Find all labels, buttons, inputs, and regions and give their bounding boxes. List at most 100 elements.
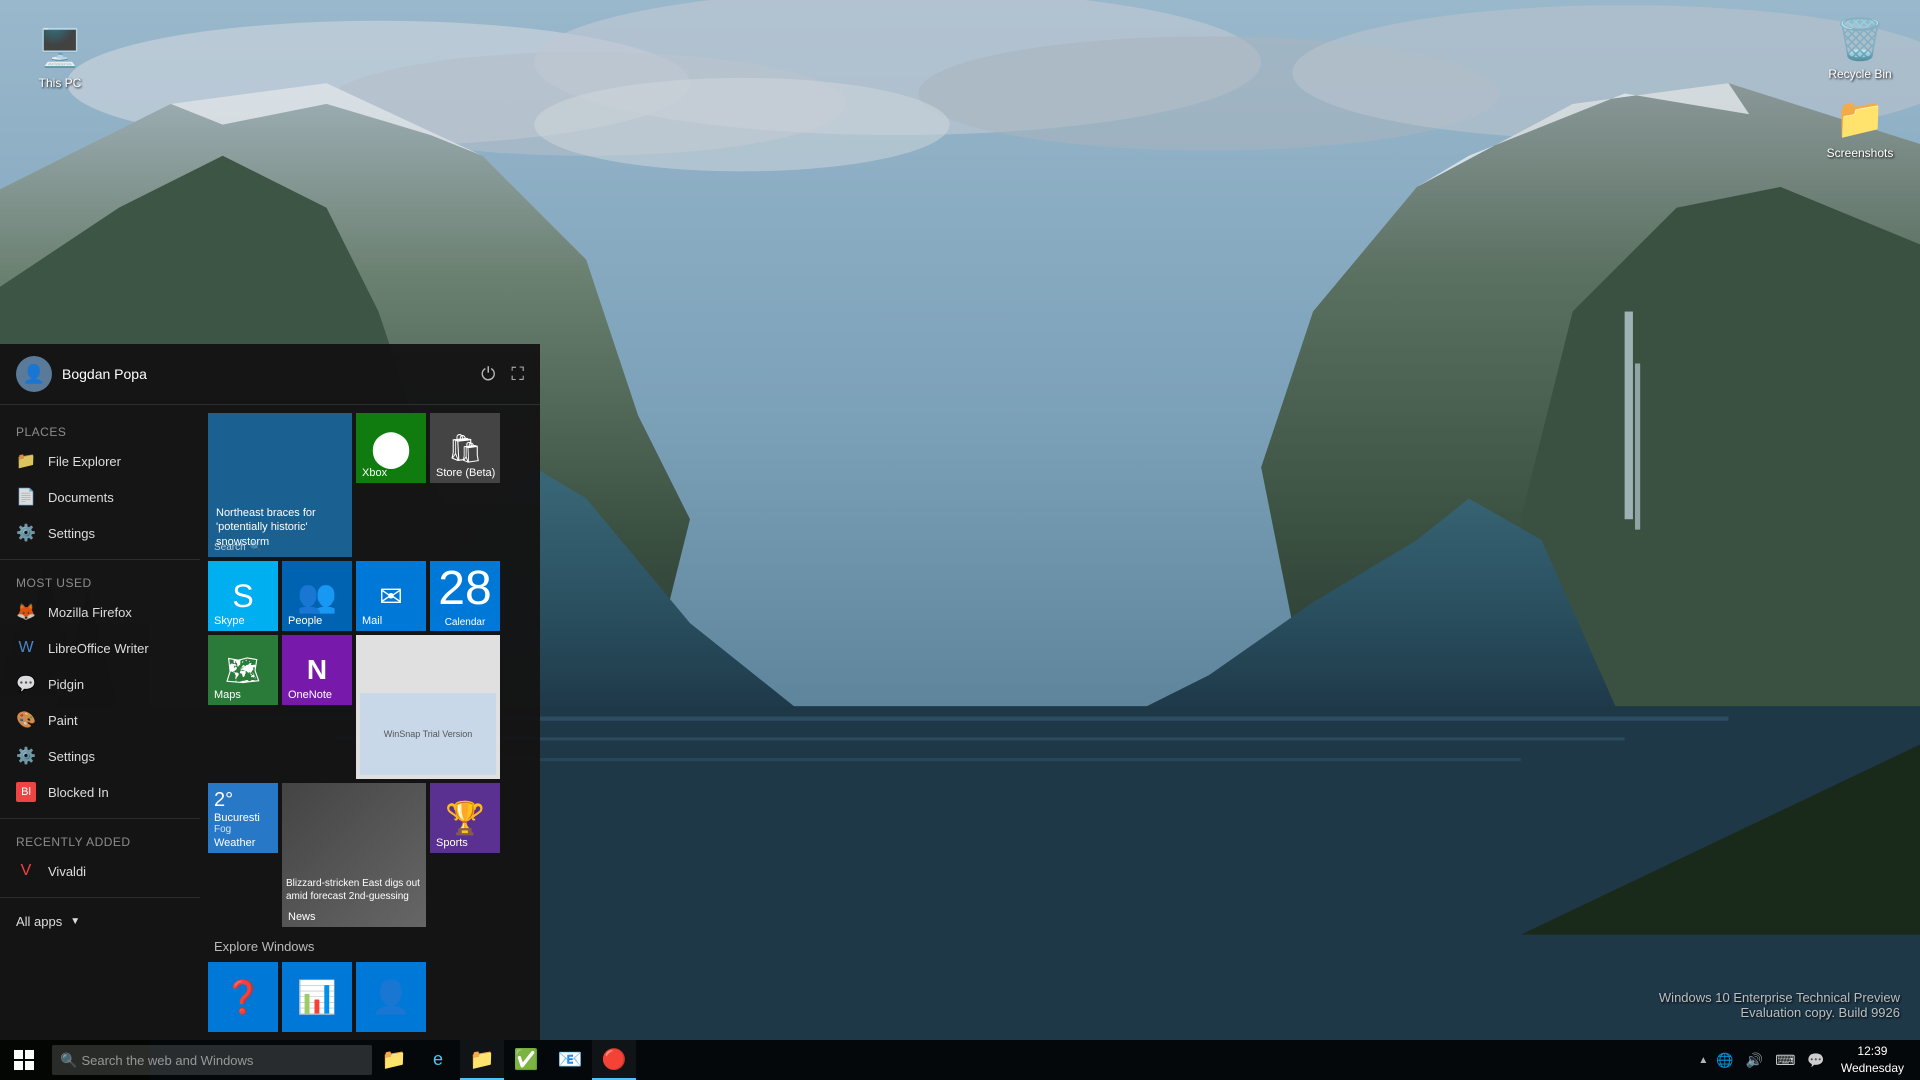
libreoffice-icon: W (16, 638, 36, 658)
tile-explore-1[interactable]: ❓ (208, 962, 278, 1032)
menu-item-blockedin[interactable]: Bl Blocked In (0, 774, 200, 810)
menu-item-vivaldi[interactable]: V Vivaldi (0, 853, 200, 889)
weather-temp: 2° (214, 789, 272, 812)
menu-item-paint[interactable]: 🎨 Paint (0, 702, 200, 738)
tiles-row-1: Northeast braces for 'potentially histor… (208, 413, 532, 557)
tile-weather[interactable]: 2° Bucuresti Fog Weather (208, 783, 278, 853)
search-bar[interactable]: 🔍 (52, 1045, 372, 1075)
all-apps-label: All apps (16, 914, 62, 929)
tile-people[interactable]: 👥 People (282, 561, 352, 631)
calendar-label: Calendar (445, 617, 486, 628)
desktop-icon-this-pc[interactable]: 🖥️ This PC (20, 20, 100, 94)
header-actions: ⏻ ⛶ (481, 364, 524, 385)
xbox-label: Xbox (362, 467, 387, 479)
tile-maps[interactable]: 🗺 Maps (208, 635, 278, 705)
pidgin-icon: 💬 (16, 674, 36, 694)
tray-volume-icon[interactable]: 🔊 (1742, 1050, 1767, 1071)
menu-item-documents[interactable]: 📄 Documents (0, 479, 200, 515)
start-menu-header: 👤 Bogdan Popa ⏻ ⛶ (0, 344, 540, 405)
watermark-line1: Windows 10 Enterprise Technical Preview (1659, 990, 1900, 1005)
clock-day: Wednesday (1841, 1060, 1904, 1077)
watermark-line2: Evaluation copy. Build 9926 (1659, 1005, 1900, 1020)
onenote-label: OneNote (288, 689, 332, 701)
menu-item-settings2[interactable]: ⚙️ Settings (0, 738, 200, 774)
menu-item-firefox[interactable]: 🦊 Mozilla Firefox (0, 594, 200, 630)
desktop-icon-recycle-bin[interactable]: 🗑️ Recycle Bin (1820, 11, 1900, 85)
all-apps-chevron: ▼ (70, 916, 80, 927)
weather-desc: Fog (214, 824, 272, 835)
menu-item-settings[interactable]: ⚙️ Settings (0, 515, 200, 551)
settings2-label: Settings (48, 749, 95, 764)
tile-sports[interactable]: 🏆 Sports (430, 783, 500, 853)
winsnap-label: WinSnap Trial Version (384, 729, 473, 739)
documents-icon: 📄 (16, 487, 36, 507)
recycle-bin-icon: 🗑️ (1836, 15, 1884, 63)
fullscreen-button[interactable]: ⛶ (511, 364, 524, 385)
start-button[interactable] (0, 1040, 48, 1080)
this-pc-label: This PC (39, 76, 82, 90)
tray-keyboard-icon[interactable]: ⌨ (1771, 1050, 1799, 1071)
clock[interactable]: 12:39 Wednesday (1833, 1043, 1912, 1077)
news2-label: News (288, 911, 316, 923)
maps-label: Maps (214, 689, 241, 701)
tile-winsnap[interactable]: WinSnap Trial Version (356, 635, 500, 779)
search-icon: 🔍 (60, 1052, 77, 1069)
weather-label: Weather (214, 837, 255, 849)
menu-item-file-explorer[interactable]: 📁 File Explorer (0, 443, 200, 479)
recycle-bin-label: Recycle Bin (1828, 67, 1891, 81)
vivaldi-icon: V (16, 861, 36, 881)
libreoffice-label: LibreOffice Writer (48, 641, 149, 656)
start-menu: 👤 Bogdan Popa ⏻ ⛶ Places 📁 File Explorer… (0, 344, 540, 1040)
menu-divider-1 (0, 559, 200, 560)
screenshots-label: Screenshots (1827, 146, 1894, 160)
tile-explore-2[interactable]: 📊 (282, 962, 352, 1032)
win10-watermark: Windows 10 Enterprise Technical Preview … (1659, 990, 1900, 1020)
weather-city: Bucuresti (214, 812, 272, 824)
tray-chevron[interactable]: ▲ (1698, 1055, 1708, 1066)
tile-xbox[interactable]: ⬤ Xbox (356, 413, 426, 483)
desktop-icon-screenshots[interactable]: 📁 Screenshots (1820, 90, 1900, 164)
tray-network-icon[interactable]: 🌐 (1712, 1050, 1737, 1071)
taskbar-app-edge[interactable]: e (416, 1040, 460, 1080)
search-input[interactable] (81, 1053, 364, 1068)
blockedin-icon: Bl (16, 782, 36, 802)
firefox-icon: 🦊 (16, 602, 36, 622)
explore-3-icon: 👤 (362, 968, 420, 1026)
tile-store[interactable]: 🛍 Store (Beta) (430, 413, 500, 483)
tile-skype[interactable]: S Skype (208, 561, 278, 631)
menu-item-libreoffice[interactable]: W LibreOffice Writer (0, 630, 200, 666)
news-search-icon: 🔍 (250, 542, 262, 553)
taskbar-app-mail[interactable]: 📧 (548, 1040, 592, 1080)
mail-label: Mail (362, 615, 382, 627)
explore-tiles: ❓ 📊 👤 (208, 962, 532, 1032)
blockedin-label: Blocked In (48, 785, 109, 800)
windows-logo-pane-1 (14, 1050, 23, 1059)
all-apps-link[interactable]: All apps ▼ (0, 906, 200, 937)
user-avatar: 👤 (16, 356, 52, 392)
tile-mail[interactable]: ✉ Mail (356, 561, 426, 631)
user-info: 👤 Bogdan Popa (16, 356, 147, 392)
power-button[interactable]: ⏻ (481, 364, 495, 385)
tile-news2[interactable]: Blizzard-stricken East digs out amid for… (282, 783, 426, 927)
taskbar-app-store[interactable]: 📁 (460, 1040, 504, 1080)
windows-logo-pane-3 (14, 1061, 23, 1070)
menu-item-pidgin[interactable]: 💬 Pidgin (0, 666, 200, 702)
sports-label: Sports (436, 837, 468, 849)
pidgin-label: Pidgin (48, 677, 84, 692)
windows-logo (14, 1050, 34, 1070)
taskbar-app-green[interactable]: ✅ (504, 1040, 548, 1080)
taskbar-app-file-explorer[interactable]: 📁 (372, 1040, 416, 1080)
user-name: Bogdan Popa (62, 366, 147, 382)
explore-2-icon: 📊 (288, 968, 346, 1026)
taskbar-app-red[interactable]: 🔴 (592, 1040, 636, 1080)
tile-onenote[interactable]: N OneNote (282, 635, 352, 705)
documents-label: Documents (48, 490, 114, 505)
tile-explore-3[interactable]: 👤 (356, 962, 426, 1032)
paint-label: Paint (48, 713, 78, 728)
tile-calendar[interactable]: 28 Calendar (430, 561, 500, 631)
tile-news[interactable]: Northeast braces for 'potentially histor… (208, 413, 352, 557)
start-menu-body: Places 📁 File Explorer 📄 Documents ⚙️ Se… (0, 405, 540, 1040)
explore-label: Explore Windows (208, 931, 532, 958)
tray-notification-icon[interactable]: 💬 (1803, 1050, 1828, 1071)
vivaldi-label: Vivaldi (48, 864, 86, 879)
